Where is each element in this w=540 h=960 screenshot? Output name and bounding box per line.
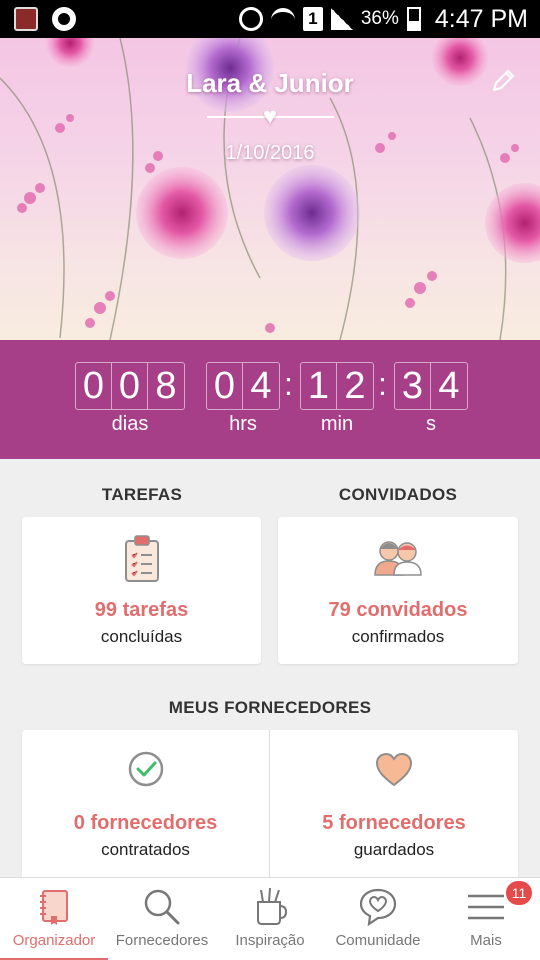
tasks-section-title: TAREFAS bbox=[101, 485, 183, 504]
days-digit: 8 bbox=[155, 365, 177, 407]
nav-fornecedores[interactable]: Fornecedores bbox=[108, 878, 216, 960]
sim-slot-indicator: 1 bbox=[302, 7, 323, 31]
nav-label: Inspiração bbox=[235, 932, 305, 949]
saved-vendors-status: guardados bbox=[353, 840, 435, 859]
tasks-status: concluídas bbox=[100, 627, 183, 646]
seconds-digit: 4 bbox=[438, 365, 460, 407]
notebook-icon bbox=[40, 890, 68, 925]
system-indicators: 1 36% 4:47 PM bbox=[238, 3, 528, 35]
search-icon bbox=[144, 889, 180, 925]
hours-label: hrs bbox=[229, 413, 257, 435]
nav-label: Organizador bbox=[12, 932, 96, 949]
nav-mais[interactable]: 11 Mais bbox=[432, 878, 540, 960]
hero-banner: Lara & Junior ♥ 1/10/2016 bbox=[0, 38, 540, 340]
clock: 4:47 PM bbox=[434, 4, 528, 33]
nav-inspiracao[interactable]: Inspiração bbox=[216, 878, 324, 960]
clipboard-checklist-icon bbox=[124, 535, 159, 582]
signal-icon bbox=[330, 8, 353, 30]
guests-section-title: CONVIDADOS bbox=[338, 485, 458, 504]
heart-icon: ♥ bbox=[262, 103, 278, 130]
notification-icons bbox=[14, 7, 76, 31]
nav-label: Fornecedores bbox=[115, 932, 209, 949]
minutes-digit: 1 bbox=[301, 363, 337, 409]
menu-icon bbox=[468, 894, 504, 920]
checkmark-circle-icon bbox=[128, 751, 163, 787]
wedding-countdown: 0 0 8 dias 0 4 hrs : 1 2 min : 3 4 s bbox=[0, 340, 540, 459]
nav-organizador[interactable]: Organizador bbox=[0, 878, 108, 960]
tasks-count: 99 tarefas bbox=[94, 599, 189, 621]
minutes-digit: 2 bbox=[344, 365, 366, 407]
hired-vendors-count: 0 fornecedores bbox=[73, 812, 218, 834]
vendors-section-title: MEUS FORNECEDORES bbox=[168, 698, 372, 717]
seconds-label: s bbox=[426, 413, 436, 435]
hired-vendors-status: contratados bbox=[101, 840, 190, 859]
hours-digit: 4 bbox=[250, 365, 272, 407]
guests-card[interactable]: 79 convidados confirmados bbox=[278, 517, 518, 664]
seconds-digit: 3 bbox=[395, 363, 431, 409]
notification-badge: 11 bbox=[506, 881, 532, 905]
nav-label: Mais bbox=[470, 932, 502, 949]
nav-label: Comunidade bbox=[335, 932, 421, 949]
app-notification-icon bbox=[14, 7, 38, 31]
guests-count: 79 convidados bbox=[328, 599, 468, 621]
chat-heart-icon bbox=[359, 888, 397, 927]
status-bar: 1 36% 4:47 PM bbox=[0, 0, 540, 38]
guests-couple-icon bbox=[374, 541, 422, 576]
minutes-label: min bbox=[320, 413, 354, 435]
days-digit: 0 bbox=[76, 363, 112, 409]
time-separator: : bbox=[378, 366, 387, 402]
alarm-icon bbox=[238, 7, 263, 31]
chrome-icon bbox=[52, 7, 76, 31]
saved-vendors-count: 5 fornecedores bbox=[322, 812, 466, 834]
days-counter: 0 0 8 bbox=[75, 362, 185, 410]
hours-digit: 0 bbox=[207, 363, 243, 409]
vendors-card: 0 fornecedores contratados 5 fornecedore… bbox=[22, 730, 518, 877]
inspiration-cup-icon bbox=[257, 887, 288, 925]
hours-counter: 0 4 bbox=[206, 362, 280, 410]
time-separator: : bbox=[284, 366, 293, 402]
couple-names: Lara & Junior bbox=[186, 68, 354, 98]
tasks-card[interactable]: 99 tarefas concluídas bbox=[22, 517, 261, 664]
nav-comunidade[interactable]: Comunidade bbox=[324, 878, 432, 960]
battery-icon bbox=[406, 7, 421, 31]
minutes-counter: 1 2 bbox=[300, 362, 374, 410]
guests-status: confirmados bbox=[351, 627, 445, 646]
battery-percent: 36% bbox=[360, 8, 399, 29]
bottom-navigation: Organizador Fornecedores Inspiração Comu… bbox=[0, 877, 540, 960]
wifi-icon bbox=[270, 8, 295, 30]
heart-icon bbox=[375, 752, 413, 787]
days-digit: 0 bbox=[112, 363, 148, 409]
days-label: dias bbox=[111, 413, 149, 435]
edit-pencil-icon[interactable] bbox=[490, 68, 516, 94]
saved-vendors-panel[interactable]: 5 fornecedores guardados bbox=[270, 730, 518, 877]
hired-vendors-panel[interactable]: 0 fornecedores contratados bbox=[22, 730, 269, 877]
wedding-date: 1/10/2016 bbox=[225, 142, 315, 164]
seconds-counter: 3 4 bbox=[394, 362, 468, 410]
